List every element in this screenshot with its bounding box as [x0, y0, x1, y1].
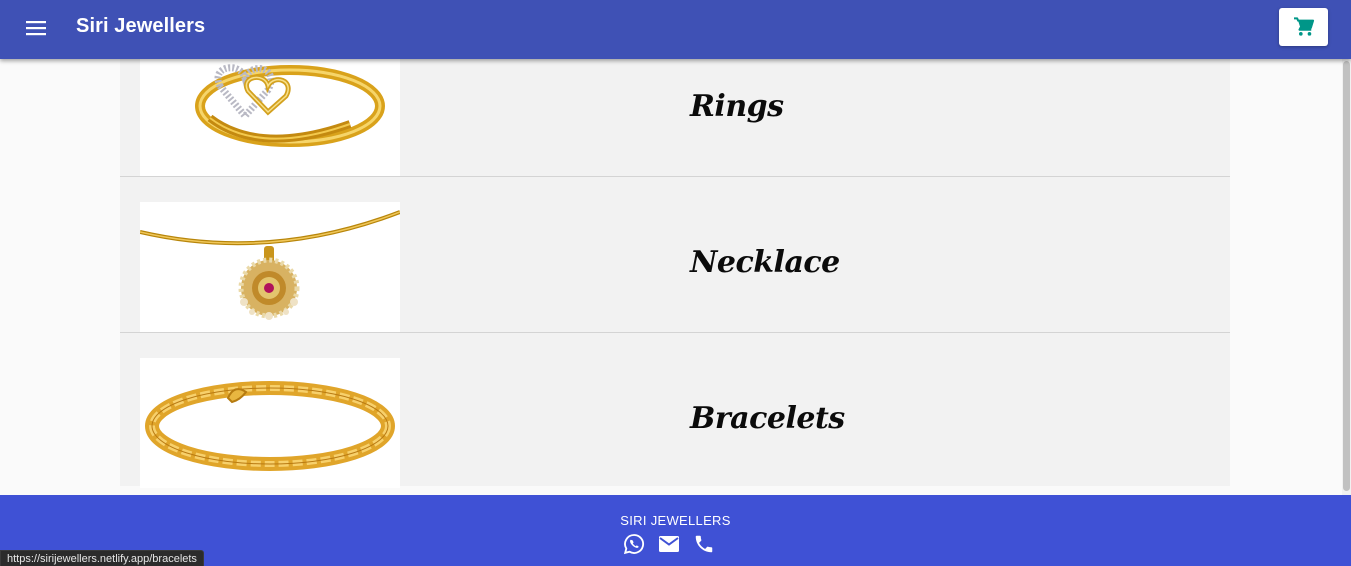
- footer-contact-icons: [622, 532, 716, 556]
- category-label: Necklace: [690, 245, 840, 280]
- status-bar-url: https://sirijewellers.netlify.app/bracel…: [0, 550, 204, 566]
- category-list: Rings Necklace Bracelets: [120, 21, 1230, 488]
- necklace-image: [140, 202, 400, 332]
- ring-image: [140, 46, 400, 176]
- app-bar: Siri Jewellers: [0, 0, 1351, 59]
- phone-icon[interactable]: [692, 532, 716, 556]
- scrollbar-thumb[interactable]: [1343, 61, 1350, 491]
- cart-button[interactable]: [1279, 8, 1328, 46]
- footer-brand: SIRI JEWELLERS: [620, 513, 731, 528]
- bracelet-image: [140, 358, 400, 488]
- mail-icon[interactable]: [657, 532, 681, 556]
- menu-button[interactable]: [20, 12, 52, 44]
- category-item-necklace[interactable]: Necklace: [120, 177, 1230, 333]
- category-label: Bracelets: [690, 401, 845, 436]
- category-label: Rings: [690, 89, 784, 124]
- scrollbar[interactable]: [1342, 59, 1351, 495]
- app-title[interactable]: Siri Jewellers: [76, 15, 205, 38]
- page: Siri Jewellers Rings Necklace Bracelets …: [0, 0, 1351, 566]
- hamburger-menu-icon: [26, 21, 46, 36]
- shopping-cart-icon: [1293, 17, 1314, 36]
- category-item-bracelets[interactable]: Bracelets: [120, 333, 1230, 488]
- whatsapp-icon[interactable]: [622, 532, 646, 556]
